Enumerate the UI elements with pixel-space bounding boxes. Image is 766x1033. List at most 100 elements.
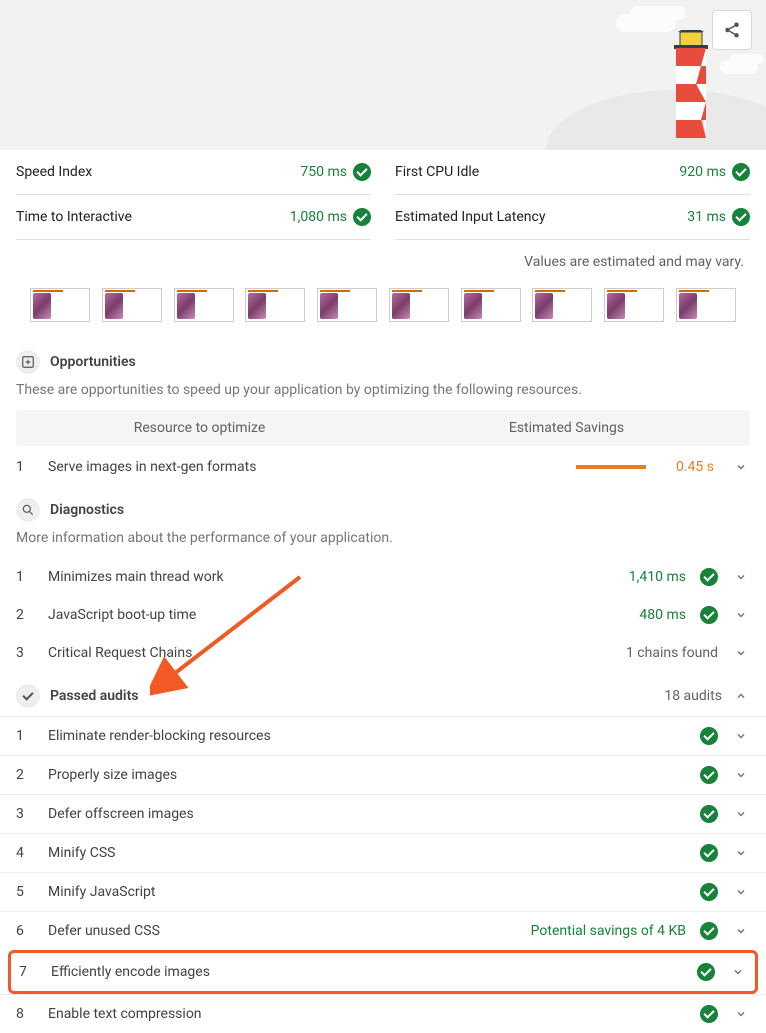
metric-label: Estimated Input Latency — [395, 209, 545, 225]
filmstrip-frame[interactable] — [604, 288, 664, 322]
metrics-grid: Speed Index 750 ms First CPU Idle 920 ms… — [0, 150, 766, 240]
chevron-down-icon[interactable] — [732, 805, 750, 823]
filmstrip-frame[interactable] — [676, 288, 736, 322]
passed-audit-row[interactable]: 4Minify CSS — [0, 833, 766, 872]
chevron-down-icon[interactable] — [732, 727, 750, 745]
chevron-down-icon[interactable] — [732, 883, 750, 901]
savings-value: 0.45 s — [664, 459, 714, 475]
row-number: 2 — [16, 607, 30, 623]
passed-audit-row[interactable]: 3Defer offscreen images — [0, 794, 766, 833]
chevron-up-icon[interactable] — [732, 687, 750, 705]
audit-title: Defer offscreen images — [48, 806, 682, 822]
pass-icon — [700, 766, 718, 784]
passed-audit-row[interactable]: 8 Enable text compression — [0, 994, 766, 1033]
metric-value: 31 ms — [687, 208, 750, 226]
filmstrip-frame[interactable] — [317, 288, 377, 322]
passed-audit-row[interactable]: 1 Eliminate render-blocking resources — [0, 716, 766, 755]
row-number: 5 — [16, 884, 30, 900]
filmstrip-frame[interactable] — [174, 288, 234, 322]
row-number: 4 — [16, 845, 30, 861]
col-savings: Estimated Savings — [383, 420, 750, 436]
pass-icon — [353, 208, 371, 226]
filmstrip-frame[interactable] — [245, 288, 305, 322]
section-title: Opportunities — [50, 354, 136, 370]
section-title: Diagnostics — [50, 502, 124, 518]
row-number: 1 — [16, 459, 30, 475]
passed-audit-row[interactable]: 6 Defer unused CSS Potential savings of 4 … — [0, 911, 766, 950]
audit-count: 18 audits — [664, 688, 722, 704]
pass-icon — [700, 727, 718, 745]
chevron-down-icon[interactable] — [732, 1005, 750, 1023]
row-number: 1 — [16, 728, 30, 744]
pass-icon — [700, 568, 718, 586]
metric-first-cpu-idle: First CPU Idle 920 ms — [395, 150, 750, 195]
metric-value: 920 ms — [679, 163, 750, 181]
diagnostic-title: Critical Request Chains — [48, 645, 608, 661]
pass-icon — [700, 883, 718, 901]
passed-audits-list: 1 Eliminate render-blocking resources 2 Pro… — [0, 716, 766, 1033]
diagnostic-row[interactable]: 2 JavaScript boot-up time 480 ms — [0, 596, 766, 634]
metric-value: 1,080 ms — [290, 208, 371, 226]
metric-label: Speed Index — [16, 164, 92, 180]
row-number: 3 — [16, 645, 30, 661]
pass-icon — [732, 163, 750, 181]
chevron-down-icon[interactable] — [732, 644, 750, 662]
chevron-down-icon[interactable] — [732, 458, 750, 476]
pass-icon — [353, 163, 371, 181]
row-number: 8 — [16, 1006, 30, 1022]
diagnostics-header: Diagnostics — [0, 488, 766, 526]
audit-savings: Potential savings of 4 KB — [531, 923, 686, 939]
opportunities-subtitle: These are opportunities to speed up your… — [0, 378, 766, 410]
opportunity-row[interactable]: 1 Serve images in next-gen formats 0.45 … — [0, 446, 766, 488]
opportunities-icon — [16, 350, 40, 374]
passed-audit-row[interactable]: 7 Efficiently encode images — [8, 950, 758, 994]
audit-title: Defer unused CSS — [48, 923, 513, 939]
metric-time-to-interactive: Time to Interactive 1,080 ms — [16, 195, 371, 240]
audit-title: Properly size images — [48, 767, 682, 783]
savings-bar — [576, 465, 646, 469]
diagnostic-value: 480 ms — [639, 607, 686, 623]
row-number: 6 — [16, 923, 30, 939]
passed-audits-header[interactable]: Passed audits 18 audits — [0, 672, 766, 716]
pass-icon — [732, 208, 750, 226]
filmstrip-frame[interactable] — [30, 288, 90, 322]
chevron-down-icon[interactable] — [729, 963, 747, 981]
metric-value: 750 ms — [300, 163, 371, 181]
diagnostic-value: 1,410 ms — [629, 569, 686, 585]
chevron-down-icon[interactable] — [732, 568, 750, 586]
magnify-icon — [16, 498, 40, 522]
diagnostic-title: Minimizes main thread work — [48, 569, 611, 585]
audit-title: Eliminate render-blocking resources — [48, 728, 682, 744]
metric-label: Time to Interactive — [16, 209, 132, 225]
pass-icon — [700, 1005, 718, 1023]
audit-title: Efficiently encode images — [51, 964, 679, 980]
check-icon — [16, 684, 40, 708]
row-number: 7 — [19, 964, 33, 980]
audit-title: Enable text compression — [48, 1006, 682, 1022]
pass-icon — [700, 805, 718, 823]
chevron-down-icon[interactable] — [732, 766, 750, 784]
filmstrip-frame[interactable] — [532, 288, 592, 322]
metric-label: First CPU Idle — [395, 164, 479, 180]
passed-audit-row[interactable]: 2 Properly size images — [0, 755, 766, 794]
filmstrip-frame[interactable] — [389, 288, 449, 322]
diagnostic-row[interactable]: 1 Minimizes main thread work 1,410 ms — [0, 558, 766, 596]
chevron-down-icon[interactable] — [732, 922, 750, 940]
section-title: Passed audits — [50, 688, 138, 704]
chevron-down-icon[interactable] — [732, 606, 750, 624]
filmstrip-frame[interactable] — [102, 288, 162, 322]
diagnostic-value: 1 chains found — [626, 645, 718, 661]
col-resource: Resource to optimize — [16, 420, 383, 436]
audit-title: Minify JavaScript — [48, 884, 682, 900]
opportunity-title: Serve images in next-gen formats — [48, 459, 558, 475]
pass-icon — [700, 606, 718, 624]
filmstrip-frame[interactable] — [461, 288, 521, 322]
pass-icon — [700, 844, 718, 862]
passed-audit-row[interactable]: 5 Minify JavaScript — [0, 872, 766, 911]
row-number: 2 — [16, 767, 30, 783]
metric-speed-index: Speed Index 750 ms — [16, 150, 371, 195]
opportunities-header: Opportunities — [0, 340, 766, 378]
row-number: 1 — [16, 569, 30, 585]
chevron-down-icon[interactable] — [732, 844, 750, 862]
diagnostic-row[interactable]: 3 Critical Request Chains 1 chains found — [0, 634, 766, 672]
